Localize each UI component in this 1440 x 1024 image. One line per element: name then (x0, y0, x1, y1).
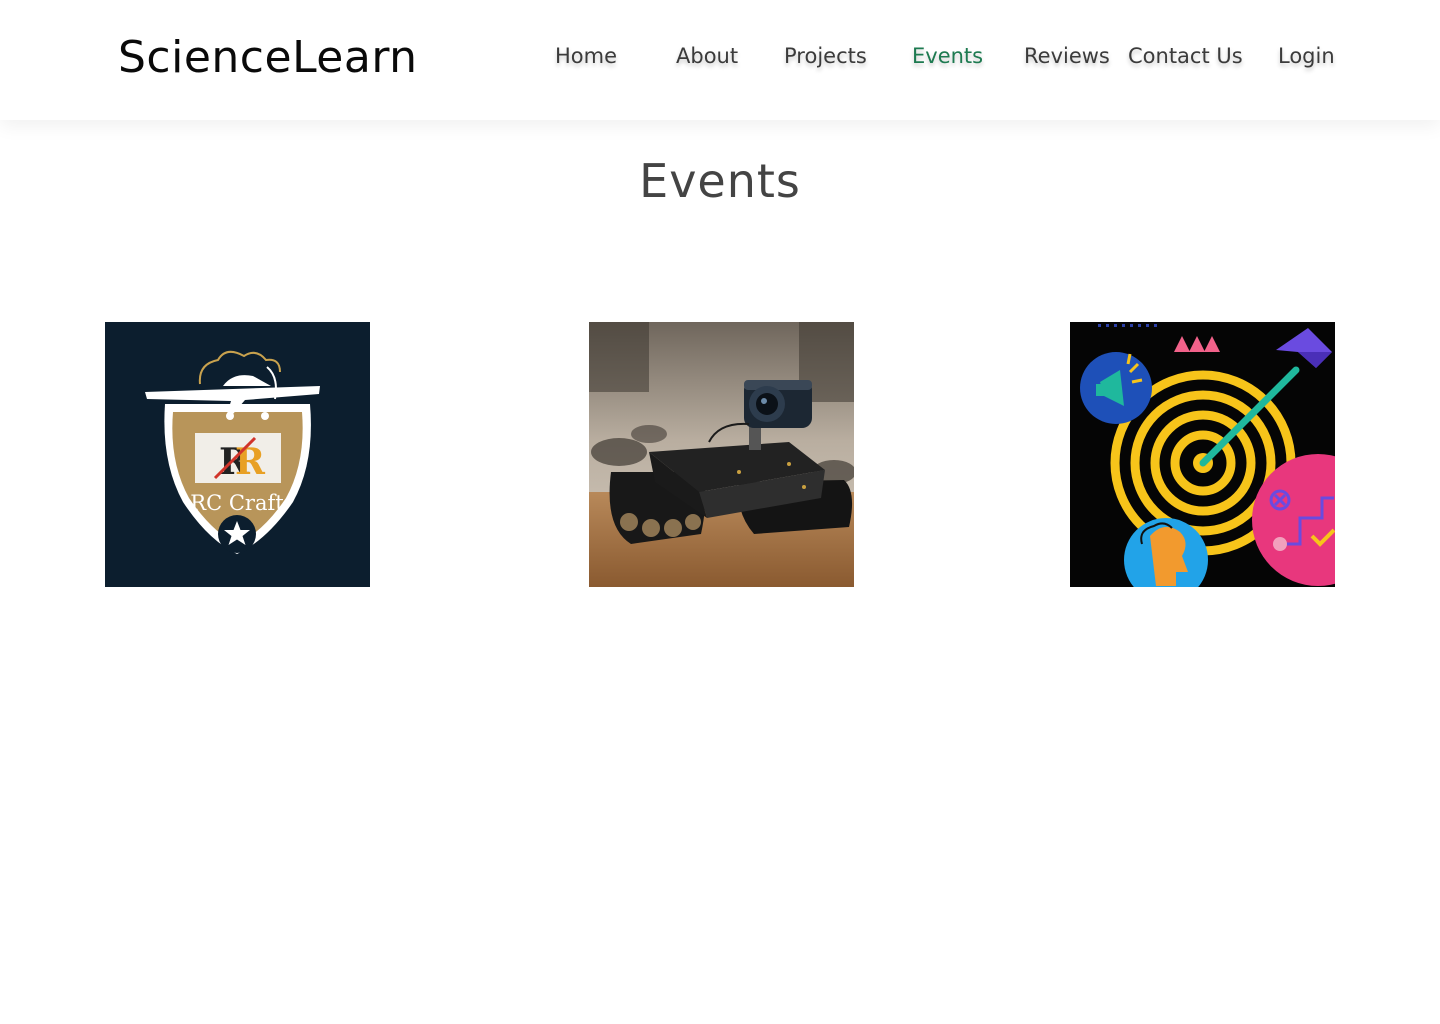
nav-login-link[interactable]: Login (1278, 44, 1335, 68)
site-header: ScienceLearn Home About Projects Events … (0, 0, 1440, 120)
main-nav: Home About Projects Events Reviews Conta… (0, 44, 1440, 78)
nav-home-link[interactable]: Home (555, 44, 617, 68)
event-card-rc-craft[interactable]: R R RC Craft (105, 322, 370, 587)
nav-contact-link[interactable]: Contact Us (1128, 44, 1243, 68)
nav-projects-link[interactable]: Projects (784, 44, 867, 68)
event-card-strategy[interactable] (1070, 322, 1335, 587)
rc-craft-badge-icon: R R RC Craft (105, 322, 370, 587)
nav-reviews-link[interactable]: Reviews (1024, 44, 1110, 68)
target-dart-icon (1070, 322, 1335, 587)
svg-text:RC Craft: RC Craft (190, 491, 284, 515)
nav-about-link[interactable]: About (676, 44, 738, 68)
nav-events-link[interactable]: Events (912, 44, 983, 68)
robot-rover-photo (589, 322, 854, 587)
svg-text:R: R (235, 441, 266, 483)
page-title: Events (639, 154, 801, 208)
event-card-robotics[interactable] (589, 322, 854, 587)
